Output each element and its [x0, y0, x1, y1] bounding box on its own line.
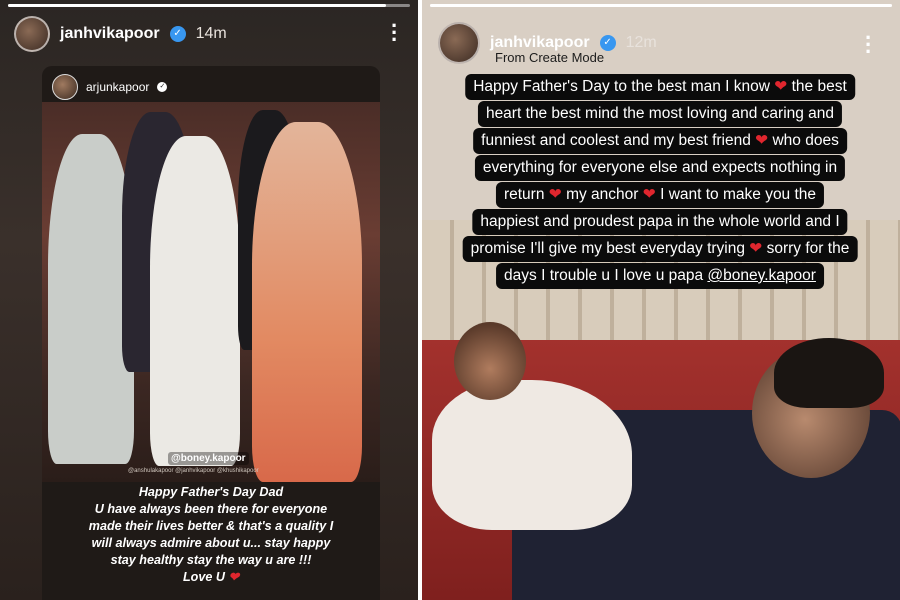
story-text-box: Happy Father's Day to the best man I kno…	[462, 62, 858, 289]
heart-icon: ❤	[774, 78, 788, 95]
family-photo	[42, 102, 380, 482]
caption-line: made their lives better & that's a quali…	[88, 519, 334, 533]
text-line: funniest and coolest and my best friend …	[473, 128, 847, 154]
caption-line-last: Love U ❤	[42, 569, 380, 586]
text-segment: who does	[772, 132, 839, 149]
more-options-icon[interactable]: · · ·	[865, 27, 872, 63]
story-progress-bar	[8, 4, 410, 7]
reshared-story-card[interactable]: arjunkapoor ✓ @boney.kapoor @anshulakapo…	[42, 66, 380, 600]
caption-line: will always admire about u... stay happy	[91, 536, 331, 550]
text-segment: the best	[791, 78, 847, 95]
text-line: heart the best mind the most loving and …	[477, 101, 843, 127]
mention-tag-small[interactable]: @anshulakapoor @janhvikapoor @khushikapo…	[128, 468, 259, 474]
avatar[interactable]	[52, 74, 78, 100]
more-options-icon[interactable]: · · ·	[391, 15, 398, 51]
text-line: promise I'll give my best everyday tryin…	[462, 236, 858, 262]
text-segment: promise I'll give my best everyday tryin…	[470, 240, 745, 257]
caption-line: stay healthy stay the way u are !!!	[110, 553, 312, 567]
verified-badge-icon: ✓	[599, 35, 616, 51]
heart-icon: ❤	[228, 570, 240, 584]
caption-line: Happy Father's Day Dad	[138, 485, 284, 499]
mention-link[interactable]: @boney.kapoor	[707, 267, 816, 284]
text-segment: Happy Father's Day to the best man I kno…	[473, 78, 770, 95]
reshared-caption: Happy Father's Day Dad U have always bee…	[42, 484, 380, 586]
story-progress-fill	[8, 4, 386, 7]
text-segment: sorry for the	[766, 240, 850, 257]
story-time: 14m	[195, 25, 227, 42]
baby-head	[454, 322, 526, 400]
heart-icon: ❤	[749, 240, 763, 257]
heart-icon: ❤	[548, 186, 562, 203]
story-progress-fill	[430, 4, 892, 7]
caption-text: Love U	[182, 570, 225, 584]
text-segment: funniest and coolest and my best friend	[481, 132, 751, 149]
story-progress-bar	[430, 4, 892, 7]
avatar[interactable]	[438, 22, 480, 64]
mention-tag[interactable]: @boney.kapoor	[168, 452, 249, 465]
person-figure	[252, 122, 362, 482]
verified-badge-icon: ✓	[169, 26, 186, 42]
text-segment: return	[503, 186, 545, 203]
text-segment: days I trouble u I love u papa	[504, 267, 704, 284]
caption-line: U have always been there for everyone	[94, 502, 328, 516]
reshared-username[interactable]: arjunkapoor	[86, 80, 149, 94]
baby-figure	[432, 380, 632, 530]
man-hair	[774, 338, 884, 408]
story-time: 12m	[625, 34, 657, 51]
text-line: Happy Father's Day to the best man I kno…	[465, 74, 855, 100]
text-line: happiest and proudest papa in the whole …	[472, 209, 848, 235]
heart-icon: ❤	[755, 132, 769, 149]
verified-badge-icon: ✓	[157, 82, 168, 92]
text-line: everything for everyone else and expects…	[474, 155, 846, 181]
text-segment: my anchor	[566, 186, 639, 203]
text-segment: I want to make you the	[660, 186, 817, 203]
avatar[interactable]	[14, 16, 50, 52]
reshared-header: arjunkapoor ✓	[52, 74, 168, 100]
person-figure	[150, 136, 240, 466]
story-header: janhvikapoor ✓ 14m	[14, 16, 227, 52]
heart-icon: ❤	[642, 186, 656, 203]
story-username[interactable]: janhvikapoor	[60, 25, 160, 43]
left-story-panel[interactable]: janhvikapoor ✓ 14m · · · arjunkapoor ✓ @bo…	[0, 0, 418, 600]
text-line: days I trouble u I love u papa @boney.ka…	[496, 263, 824, 289]
text-line: return ❤ my anchor ❤ I want to make you …	[495, 182, 825, 208]
